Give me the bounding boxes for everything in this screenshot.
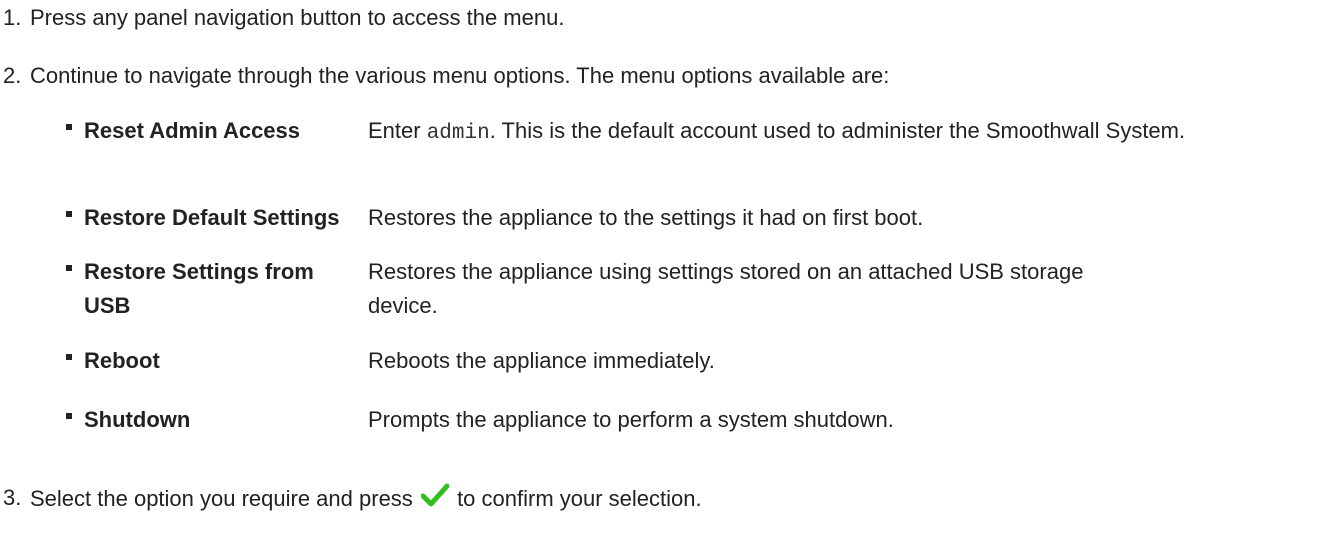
bullet-icon: [66, 124, 72, 130]
option-description: Restores the appliance using settings st…: [368, 259, 1084, 318]
checkmark-icon: [420, 483, 450, 513]
bullet-icon: [66, 354, 72, 360]
bullet-icon: [66, 265, 72, 271]
step-text: Select the option you require and press …: [30, 483, 702, 515]
option-name: Reset Admin Access: [84, 118, 301, 143]
step-text-before: Select the option you require and press: [30, 485, 413, 511]
step-number: 3.: [3, 485, 22, 510]
option-name: Restore Default Settings: [84, 205, 340, 230]
option-name: Reboot: [84, 348, 160, 373]
option-description: Enter admin. This is the default account…: [368, 114, 1318, 151]
option-description: Reboots the appliance immediately.: [368, 348, 715, 373]
option-name: Restore Settings from USB: [84, 259, 314, 318]
step-text: Press any panel navigation button to acc…: [30, 5, 565, 30]
step-number: 2.: [3, 63, 22, 88]
option-description-code: admin: [426, 122, 490, 145]
step-text-after: to confirm your selection.: [457, 485, 702, 511]
option-description-text: Enter: [368, 118, 427, 143]
step-text: Continue to navigate through the various…: [30, 63, 890, 88]
step-number: 1.: [3, 5, 22, 30]
bullet-icon: [66, 413, 72, 419]
option-description: Restores the appliance to the settings i…: [368, 205, 924, 230]
option-name: Shutdown: [84, 407, 191, 432]
bullet-icon: [66, 211, 72, 217]
option-description-text: . This is the default account used to ad…: [489, 118, 1186, 143]
option-description: Prompts the appliance to perform a syste…: [368, 407, 894, 432]
